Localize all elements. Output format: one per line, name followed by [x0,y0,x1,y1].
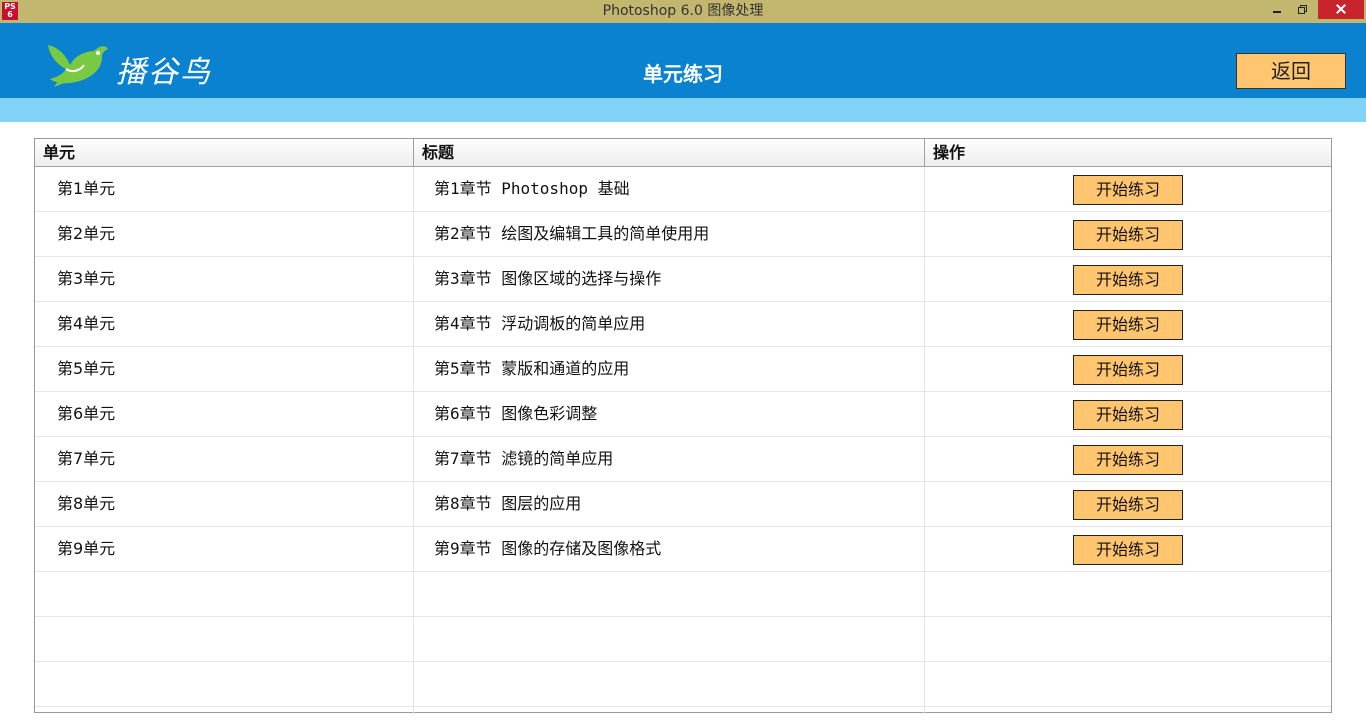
title-cell: 第4章节 浮动调板的简单应用 [434,314,646,333]
window-titlebar: PS 6 Photoshop 6.0 图像处理 [0,0,1366,23]
title-cell: 第1章节 Photoshop 基础 [434,179,630,198]
start-practice-button[interactable]: 开始练习 [1073,355,1183,385]
table-row: 第7单元 第7章节 滤镜的简单应用 开始练习 [35,437,1331,482]
unit-cell: 第5单元 [57,359,116,378]
table-row: 第8单元 第8章节 图层的应用 开始练习 [35,482,1331,527]
start-practice-button[interactable]: 开始练习 [1073,445,1183,475]
start-practice-button[interactable]: 开始练习 [1073,490,1183,520]
restore-icon-front [1298,7,1305,14]
start-practice-button[interactable]: 开始练习 [1073,220,1183,250]
unit-cell: 第7单元 [57,449,116,468]
close-icon [1335,3,1347,15]
window-title: Photoshop 6.0 图像处理 [602,3,764,19]
app-header: 播谷鸟 单元练习 返回 [0,23,1366,98]
page-title: 单元练习 [643,62,723,86]
unit-practice-table: 单元 标题 操作 第1单元 第1章节 Photoshop 基础 开始练习 第2单元 第2… [34,138,1332,713]
start-practice-button[interactable]: 开始练习 [1073,310,1183,340]
table-row: 第2单元 第2章节 绘图及编辑工具的简单使用用 开始练习 [35,212,1331,257]
unit-cell: 第1单元 [57,179,116,198]
close-button[interactable] [1318,0,1364,19]
table-body: 第1单元 第1章节 Photoshop 基础 开始练习 第2单元 第2章节 绘图及编辑工… [35,167,1331,707]
title-cell: 第2章节 绘图及编辑工具的简单使用用 [434,224,710,243]
restore-button[interactable] [1290,0,1316,22]
start-practice-button[interactable]: 开始练习 [1073,265,1183,295]
unit-cell: 第8单元 [57,494,116,513]
back-button[interactable]: 返回 [1236,53,1346,89]
unit-cell: 第4单元 [57,314,116,333]
empty-table-row [35,617,1331,662]
table-row: 第4单元 第4章节 浮动调板的简单应用 开始练习 [35,302,1331,347]
unit-cell: 第6单元 [57,404,116,423]
table-row: 第3单元 第3章节 图像区域的选择与操作 开始练习 [35,257,1331,302]
column-header-unit[interactable]: 单元 [35,139,414,166]
title-cell: 第9章节 图像的存储及图像格式 [434,539,662,558]
empty-table-row [35,572,1331,617]
table-header: 单元 标题 操作 [35,139,1331,167]
minimize-button[interactable] [1264,0,1290,22]
title-cell: 第7章节 滤镜的简单应用 [434,449,614,468]
table-row: 第5单元 第5章节 蒙版和通道的应用 开始练习 [35,347,1331,392]
title-cell: 第3章节 图像区域的选择与操作 [434,269,662,288]
start-practice-button[interactable]: 开始练习 [1073,535,1183,565]
minimize-icon [1273,11,1281,13]
table-row: 第9单元 第9章节 图像的存储及图像格式 开始练习 [35,527,1331,572]
column-header-action[interactable]: 操作 [925,139,1331,166]
start-practice-button[interactable]: 开始练习 [1073,400,1183,430]
title-cell: 第5章节 蒙版和通道的应用 [434,359,630,378]
empty-table-row [35,662,1331,707]
unit-cell: 第2单元 [57,224,116,243]
table-row: 第6单元 第6章节 图像色彩调整 开始练习 [35,392,1331,437]
title-cell: 第8章节 图层的应用 [434,494,582,513]
unit-cell: 第3单元 [57,269,116,288]
start-practice-button[interactable]: 开始练习 [1073,175,1183,205]
title-cell: 第6章节 图像色彩调整 [434,404,598,423]
column-header-title[interactable]: 标题 [414,139,925,166]
header-subbar [0,98,1366,122]
unit-cell: 第9单元 [57,539,116,558]
table-row: 第1单元 第1章节 Photoshop 基础 开始练习 [35,167,1331,212]
